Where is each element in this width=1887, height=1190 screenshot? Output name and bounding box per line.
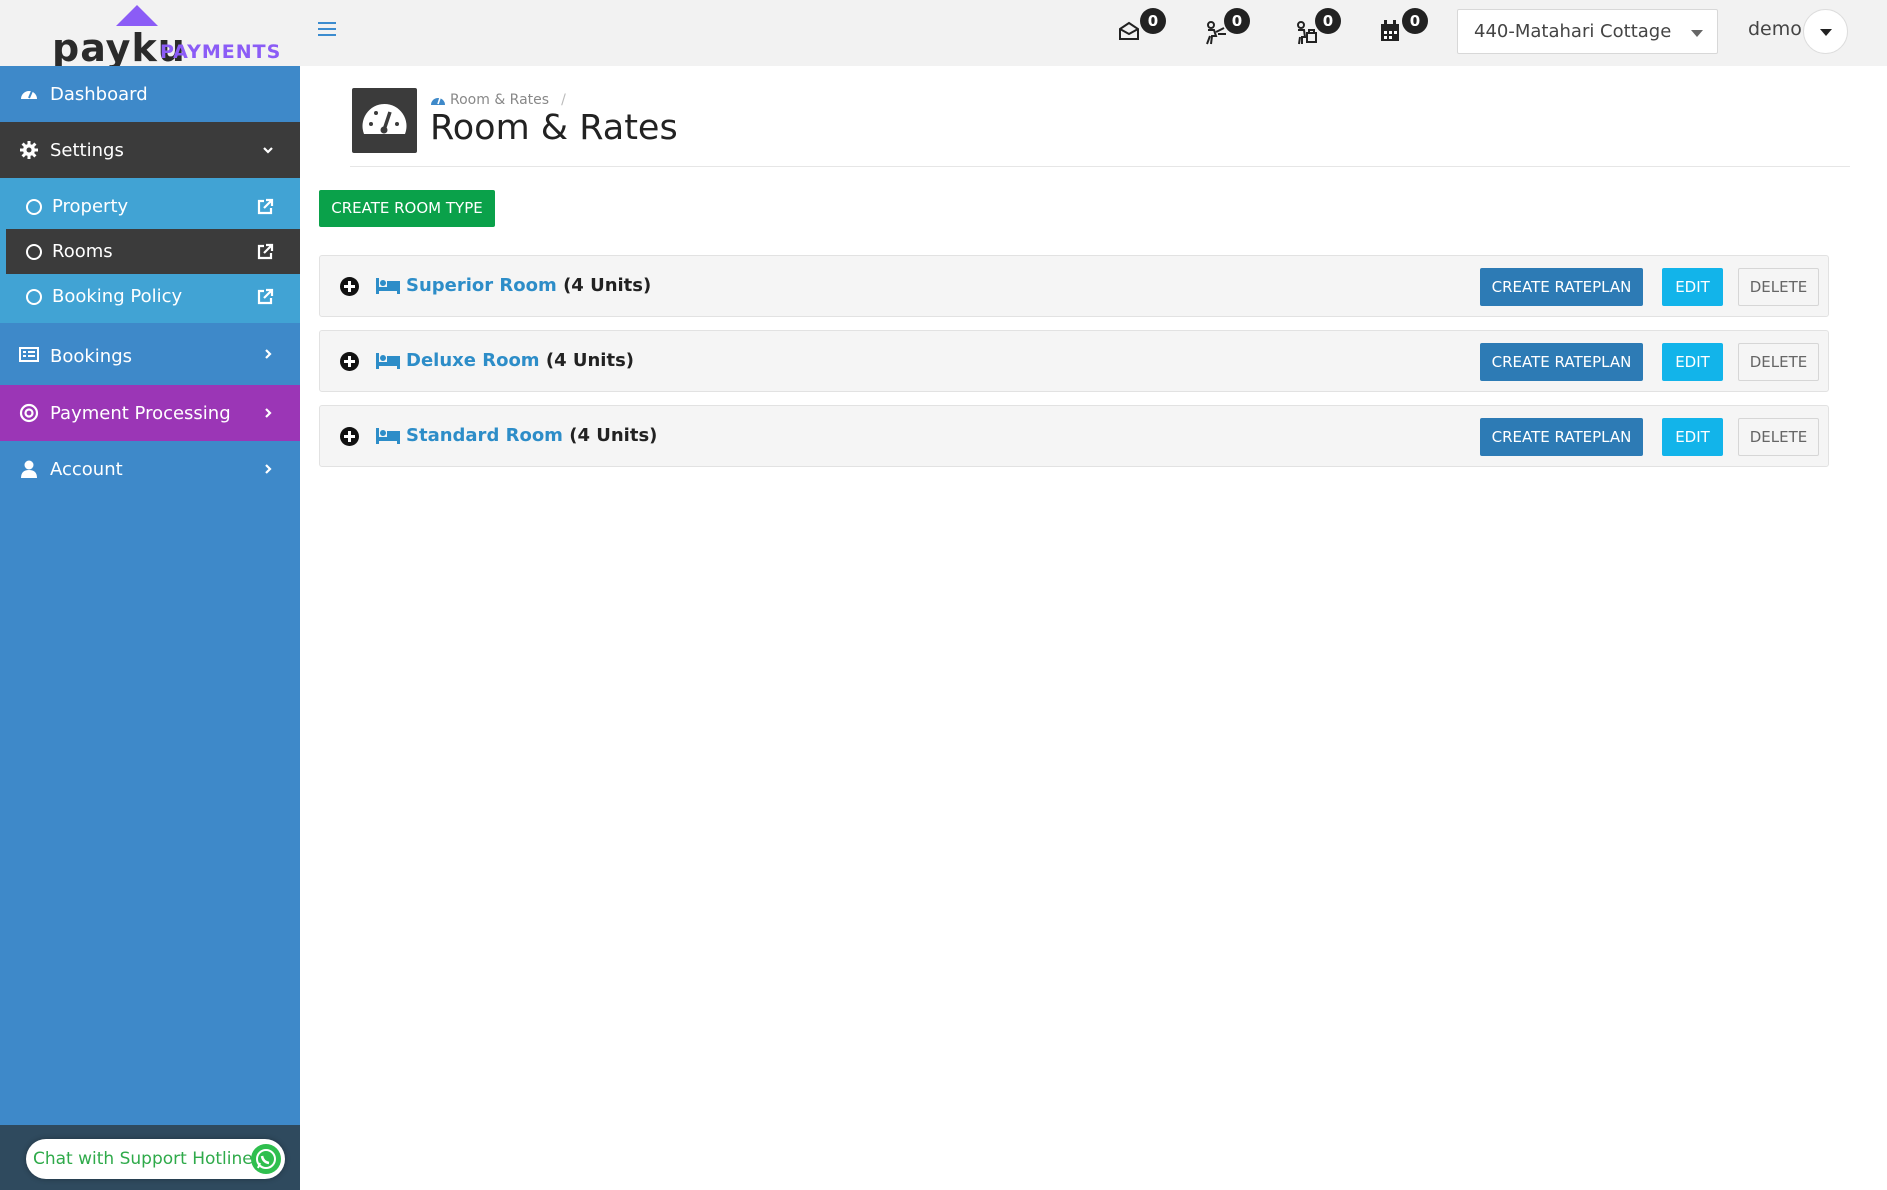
sidebar-item-label: Settings <box>50 139 124 161</box>
sidebar-item-label: Property <box>52 196 129 217</box>
sidebar-item-label: Dashboard <box>50 83 148 105</box>
bed-icon <box>376 278 400 294</box>
chevron-right-icon <box>265 408 272 418</box>
external-link-icon <box>257 243 274 259</box>
sidebar-item-account[interactable]: Account <box>0 441 300 497</box>
sidebar-item-payment-processing[interactable]: Payment Processing <box>0 385 300 441</box>
dashboard-gauge-icon <box>352 88 417 153</box>
room-units: (4 Units) <box>569 425 658 446</box>
sidebar-item-rooms[interactable]: Rooms <box>6 229 300 274</box>
delete-button[interactable]: DELETE <box>1738 268 1819 306</box>
chevron-right-icon <box>265 349 272 359</box>
external-link-icon <box>257 198 274 214</box>
target-icon <box>19 403 39 423</box>
edit-button[interactable]: EDIT <box>1662 268 1723 306</box>
create-room-type-button[interactable]: CREATE ROOM TYPE <box>319 190 495 227</box>
calendar-icon <box>1381 20 1399 41</box>
edit-button[interactable]: EDIT <box>1662 343 1723 381</box>
sidebar: Dashboard Settings Property Rooms Bookin… <box>0 66 300 1190</box>
support-hotline-label: Chat with Support Hotline <box>33 1149 253 1169</box>
edit-button[interactable]: EDIT <box>1662 418 1723 456</box>
sidebar-item-settings[interactable]: Settings <box>0 122 300 178</box>
breadcrumb: Room & Rates / <box>430 92 566 108</box>
user-name[interactable]: demo <box>1748 18 1802 40</box>
delete-button[interactable]: DELETE <box>1738 343 1819 381</box>
caret-down-icon <box>1820 29 1832 36</box>
bed-icon <box>376 353 400 369</box>
external-link-icon <box>257 288 274 304</box>
notification-badge: 0 <box>1224 8 1250 34</box>
expand-plus-icon[interactable] <box>340 352 359 371</box>
room-name-link[interactable]: Deluxe Room (4 Units) <box>406 350 634 371</box>
envelope-icon <box>1119 21 1139 40</box>
dashboard-gauge-icon <box>431 97 445 105</box>
sidebar-item-property[interactable]: Property <box>6 184 300 229</box>
sidebar-item-label: Bookings <box>50 345 133 367</box>
logo-roof-icon <box>116 5 158 26</box>
user-icon <box>21 460 37 478</box>
notification-badge: 0 <box>1140 8 1166 34</box>
sidebar-item-booking-policy[interactable]: Booking Policy <box>6 274 300 319</box>
circle-icon <box>26 288 42 305</box>
bed-icon <box>376 428 400 444</box>
notification-badge: 0 <box>1315 8 1341 34</box>
page-header: Room & Rates / Room & Rates <box>350 88 1850 167</box>
expand-plus-icon[interactable] <box>340 427 359 446</box>
breadcrumb-separator: / <box>561 92 566 108</box>
room-row: Superior Room (4 Units) CREATE RATEPLAN … <box>319 255 1829 317</box>
whatsapp-icon <box>251 1144 281 1174</box>
property-select[interactable]: 440-Matahari Cottage <box>1457 9 1718 54</box>
sidebar-item-label: Rooms <box>52 241 113 262</box>
dashboard-gauge-icon <box>21 90 37 99</box>
delete-button[interactable]: DELETE <box>1738 418 1819 456</box>
expand-plus-icon[interactable] <box>340 277 359 296</box>
brand-sub: PAYMENTS <box>160 41 282 63</box>
sidebar-item-label: Account <box>50 458 123 480</box>
notification-badge: 0 <box>1402 8 1428 34</box>
breadcrumb-item[interactable]: Room & Rates <box>450 92 549 108</box>
notification-checkins[interactable]: 0 <box>1202 8 1252 54</box>
top-bar: payku PAYMENTS 0 0 0 0 440-Matahari Cott… <box>0 0 1887 70</box>
support-bar: Chat with Support Hotline <box>0 1125 300 1190</box>
chevron-down-icon <box>1691 30 1703 37</box>
support-hotline-button[interactable]: Chat with Support Hotline <box>26 1139 285 1179</box>
sidebar-item-label: Booking Policy <box>52 286 183 307</box>
create-rateplan-button[interactable]: CREATE RATEPLAN <box>1480 418 1643 456</box>
sidebar-item-label: Payment Processing <box>50 402 231 424</box>
room-row: Standard Room (4 Units) CREATE RATEPLAN … <box>319 405 1829 467</box>
chevron-down-icon <box>263 147 273 154</box>
room-units: (4 Units) <box>563 275 652 296</box>
room-row: Deluxe Room (4 Units) CREATE RATEPLAN ED… <box>319 330 1829 392</box>
notification-calendar[interactable]: 0 <box>1380 8 1430 54</box>
gear-icon <box>20 141 38 159</box>
room-units: (4 Units) <box>545 350 635 371</box>
circle-icon <box>26 198 42 215</box>
notification-checkouts[interactable]: 0 <box>1293 8 1343 54</box>
property-select-value: 440-Matahari Cottage <box>1474 21 1672 42</box>
user-menu-button[interactable] <box>1803 9 1848 54</box>
page-title: Room & Rates <box>430 108 678 148</box>
bookings-list-icon <box>19 347 39 362</box>
menu-toggle-icon[interactable] <box>318 22 336 38</box>
create-rateplan-button[interactable]: CREATE RATEPLAN <box>1480 343 1643 381</box>
notification-messages[interactable]: 0 <box>1118 8 1168 54</box>
settings-submenu: Property Rooms Booking Policy <box>0 178 300 323</box>
create-rateplan-button[interactable]: CREATE RATEPLAN <box>1480 268 1643 306</box>
chevron-right-icon <box>265 464 272 474</box>
sidebar-item-dashboard[interactable]: Dashboard <box>0 66 300 122</box>
sidebar-item-bookings[interactable]: Bookings <box>0 323 300 385</box>
room-name-link[interactable]: Superior Room (4 Units) <box>406 275 651 296</box>
room-name-link[interactable]: Standard Room (4 Units) <box>406 425 657 446</box>
circle-icon <box>26 243 42 260</box>
brand-logo[interactable]: payku PAYMENTS <box>0 0 300 70</box>
